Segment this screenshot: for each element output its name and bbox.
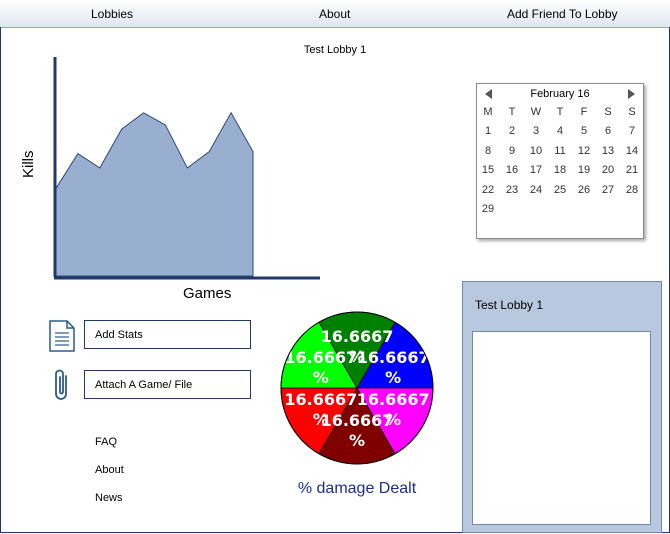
calendar-next-month-icon[interactable]: [628, 89, 635, 99]
damage-pie-chart: 16.6667 %16.6667 %16.6667 %16.6667 %16.6667%…: [280, 311, 434, 465]
calendar-weekday-header: S: [628, 106, 636, 118]
calendar-day-24[interactable]: 24: [526, 184, 546, 196]
calendar-day-5[interactable]: 5: [574, 125, 594, 137]
link-faq[interactable]: FAQ: [95, 436, 117, 448]
calendar-widget[interactable]: February 16 M T W T F S S 1 2 3 4 5 6 7 8 9 10 11 12 13 14 15…: [476, 83, 644, 239]
calendar-weekday-header: F: [580, 106, 588, 118]
calendar-day-17[interactable]: 17: [526, 164, 546, 176]
calendar-day-26[interactable]: 26: [574, 184, 594, 196]
kills-area-series: [55, 111, 254, 277]
calendar-day-2[interactable]: 2: [502, 125, 522, 137]
nav-about[interactable]: About: [319, 7, 350, 21]
calendar-day-20[interactable]: 20: [598, 164, 618, 176]
lobby-chat-box[interactable]: [472, 331, 651, 525]
calendar-day-25[interactable]: 25: [550, 184, 570, 196]
calendar-weekday-header: S: [604, 106, 612, 118]
calendar-day-12[interactable]: 12: [574, 145, 594, 157]
nav-lobbies[interactable]: Lobbies: [91, 7, 133, 21]
calendar-day-7[interactable]: 7: [622, 125, 642, 137]
calendar-day-9[interactable]: 9: [502, 145, 522, 157]
nav-add-friend-to-lobby[interactable]: Add Friend To Lobby: [507, 7, 618, 21]
calendar-day-22[interactable]: 22: [478, 184, 498, 196]
link-news[interactable]: News: [95, 492, 123, 504]
document-icon[interactable]: [48, 320, 76, 352]
calendar-day-10[interactable]: 10: [526, 145, 546, 157]
calendar-day-19[interactable]: 19: [574, 164, 594, 176]
calendar-day-23[interactable]: 23: [502, 184, 522, 196]
calendar-day-18[interactable]: 18: [550, 164, 570, 176]
calendar-day-1[interactable]: 1: [478, 125, 498, 137]
calendar-weekday-header: M: [483, 106, 493, 118]
lobby-panel-title: Test Lobby 1: [475, 298, 544, 312]
calendar-weekday-header: T: [556, 106, 564, 118]
chart-y-axis-label: Kills: [20, 150, 37, 178]
calendar-day-14[interactable]: 14: [622, 145, 642, 157]
calendar-weekday-header: T: [508, 106, 516, 118]
kills-area-chart: [53, 57, 320, 280]
calendar-day-4[interactable]: 4: [550, 125, 570, 137]
pie-chart-title: % damage Dealt: [297, 480, 417, 497]
add-stats-button[interactable]: Add Stats: [84, 320, 251, 349]
calendar-day-28[interactable]: 28: [622, 184, 642, 196]
calendar-month-label: February 16: [530, 88, 590, 100]
calendar-day-13[interactable]: 13: [598, 145, 618, 157]
chart-x-axis-label: Games: [183, 285, 232, 302]
calendar-day-8[interactable]: 8: [478, 145, 498, 157]
calendar-weekday-header: W: [530, 106, 542, 118]
calendar-day-3[interactable]: 3: [526, 125, 546, 137]
lobby-chat-panel: Test Lobby 1: [462, 281, 662, 533]
paperclip-icon[interactable]: [52, 368, 72, 402]
calendar-day-6[interactable]: 6: [598, 125, 618, 137]
calendar-day-21[interactable]: 21: [622, 164, 642, 176]
calendar-day-29[interactable]: 29: [478, 203, 498, 215]
calendar-day-15[interactable]: 15: [478, 164, 498, 176]
calendar-day-27[interactable]: 27: [598, 184, 618, 196]
calendar-day-16[interactable]: 16: [502, 164, 522, 176]
attach-game-file-button[interactable]: Attach A Game/ File: [84, 370, 251, 399]
link-about[interactable]: About: [95, 464, 124, 476]
calendar-day-11[interactable]: 11: [550, 145, 570, 157]
top-nav-bar: Lobbies About Add Friend To Lobby: [0, 0, 670, 28]
